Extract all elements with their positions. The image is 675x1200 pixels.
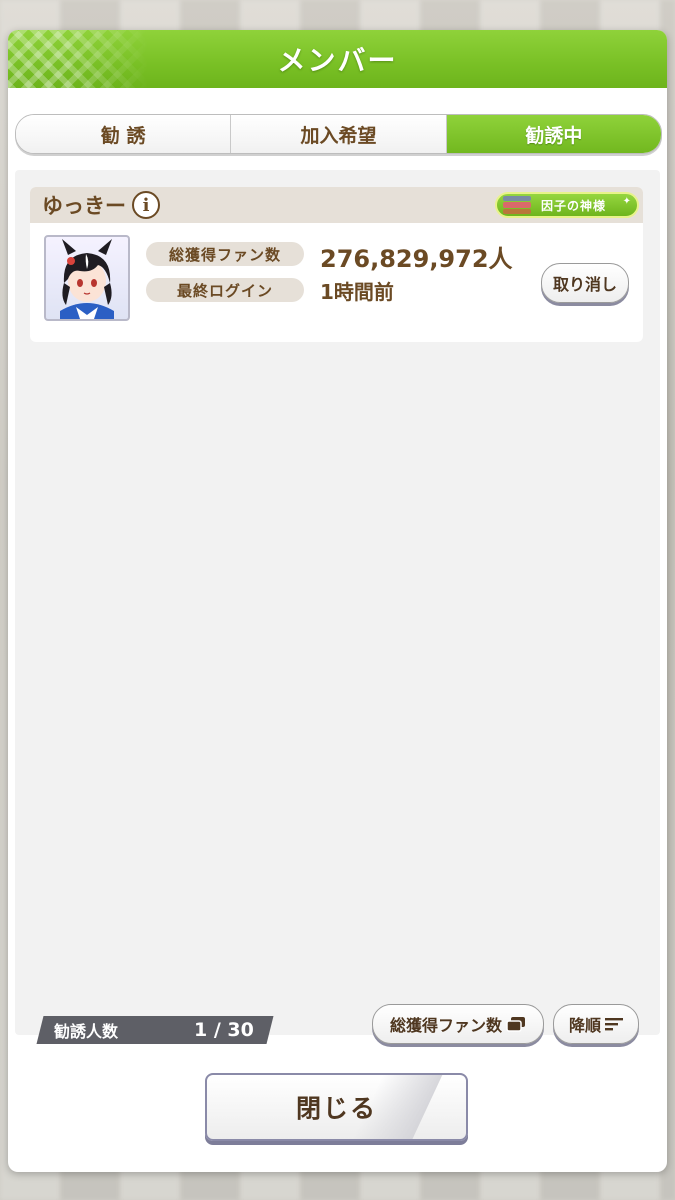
sort-order-button[interactable]: 降順	[553, 1004, 639, 1044]
member-card-header: ゆっきー i 因子の神様 ✦	[30, 187, 643, 223]
tab-inviting[interactable]: 勧誘中	[446, 115, 661, 153]
member-list-panel: ゆっきー i 因子の神様 ✦ 総獲得ファン数 276,829,972人 最終ログ…	[15, 170, 660, 1044]
switch-icon	[506, 1017, 525, 1032]
badge-label: 因子の神様	[541, 198, 607, 213]
sparkle-icon: ✦	[622, 196, 631, 207]
member-card: ゆっきー i 因子の神様 ✦ 総獲得ファン数 276,829,972人 最終ログ…	[30, 187, 643, 342]
factor-god-badge: 因子の神様 ✦	[495, 192, 639, 218]
factor-chip-icon	[503, 196, 531, 214]
header-pattern	[8, 30, 148, 88]
fans-label: 総獲得ファン数	[146, 242, 304, 266]
close-button-label: 閉じる	[295, 1094, 377, 1123]
sort-descending-icon	[605, 1018, 623, 1031]
invite-count-bar: 勧誘人数 1 / 30	[36, 1016, 274, 1044]
member-dialog: メンバー 勧 誘 加入希望 勧誘中 ゆっきー i 因子の神様 ✦ 総獲得ファン数…	[8, 30, 667, 1172]
fans-value: 276,829,972人	[320, 245, 513, 273]
sort-field-button[interactable]: 総獲得ファン数	[372, 1004, 544, 1044]
last-login-value: 1時間前	[320, 280, 394, 304]
member-name: ゆっきー	[42, 194, 126, 218]
tab-invite[interactable]: 勧 誘	[16, 115, 232, 153]
avatar-portrait-icon	[60, 239, 114, 319]
sort-field-label: 総獲得ファン数	[389, 1016, 502, 1035]
invite-count-label: 勧誘人数	[54, 1022, 119, 1041]
dialog-header: メンバー	[8, 30, 667, 88]
avatar[interactable]	[44, 235, 130, 321]
dialog-title: メンバー	[277, 44, 398, 77]
close-button[interactable]: 閉じる	[205, 1073, 468, 1141]
info-icon[interactable]: i	[132, 191, 160, 219]
tab-join-requests[interactable]: 加入希望	[231, 115, 447, 153]
member-card-body: 総獲得ファン数 276,829,972人 最終ログイン 1時間前 取り消し	[30, 223, 643, 342]
tab-bar: 勧 誘 加入希望 勧誘中	[15, 114, 662, 154]
last-login-label: 最終ログイン	[146, 278, 304, 302]
invite-count-value: 1 / 30	[194, 1019, 254, 1041]
sort-order-label: 降順	[568, 1016, 601, 1035]
cancel-button[interactable]: 取り消し	[541, 263, 629, 303]
